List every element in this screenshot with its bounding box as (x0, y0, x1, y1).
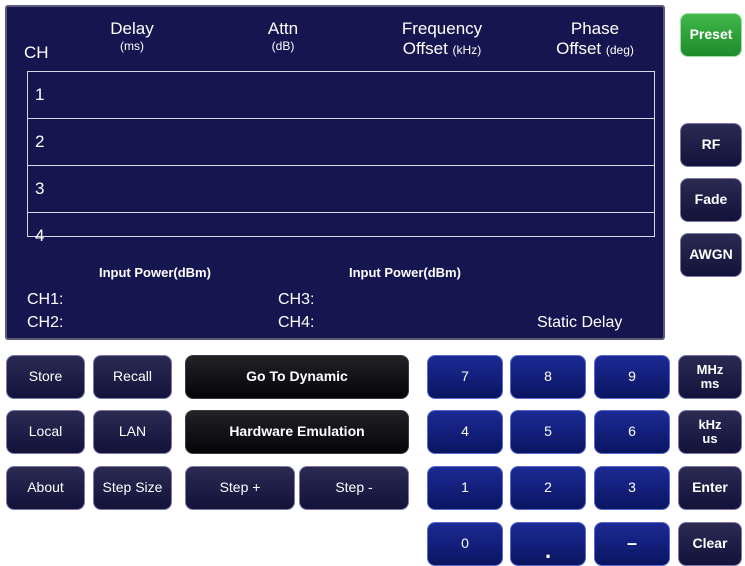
about-button[interactable]: About (6, 466, 85, 510)
key-7[interactable]: 7 (427, 355, 503, 399)
khz-us-button[interactable]: kHz us (678, 410, 742, 454)
key-6[interactable]: 6 (594, 410, 670, 454)
power-ch3-label: CH3: (278, 291, 315, 308)
channel-row-3[interactable]: 3 (28, 166, 654, 213)
header-frequency-offset: Frequency Offset (kHz) (401, 19, 483, 58)
channel-row-1[interactable]: 1 (28, 72, 654, 119)
us-label: us (702, 431, 718, 446)
header-delay: Delay (ms) (110, 19, 154, 53)
step-minus-button[interactable]: Step - (299, 466, 409, 510)
channel-row-label: 3 (35, 179, 45, 198)
channel-row-label: 1 (35, 85, 45, 104)
rf-button[interactable]: RF (680, 123, 742, 167)
input-power-title-left: Input Power(dBm) (99, 265, 211, 280)
fade-button[interactable]: Fade (680, 178, 742, 222)
status-mode-label: Static Delay (537, 314, 623, 331)
lan-button[interactable]: LAN (93, 410, 172, 454)
go-to-dynamic-button[interactable]: Go To Dynamic (185, 355, 409, 399)
channel-row-label: 4 (35, 226, 45, 245)
mhz-ms-button[interactable]: MHz ms (678, 355, 742, 399)
key-1[interactable]: 1 (427, 466, 503, 510)
channel-table: 1 2 3 4 (27, 71, 655, 245)
ms-label: ms (700, 376, 720, 391)
channel-row-4[interactable]: 4 (28, 213, 654, 260)
input-power-title-right: Input Power(dBm) (349, 265, 461, 280)
channel-display-panel: CH Delay (ms) Attn (dB) Frequency Offset… (5, 5, 665, 340)
step-plus-button[interactable]: Step + (185, 466, 295, 510)
key-5[interactable]: 5 (510, 410, 586, 454)
preset-button[interactable]: Preset (680, 13, 742, 57)
header-ch: CH (24, 43, 49, 62)
enter-button[interactable]: Enter (678, 466, 742, 510)
local-button[interactable]: Local (6, 410, 85, 454)
key-minus[interactable]: – (594, 522, 670, 566)
channel-row-2[interactable]: 2 (28, 119, 654, 166)
key-0[interactable]: 0 (427, 522, 503, 566)
key-3[interactable]: 3 (594, 466, 670, 510)
step-size-button[interactable]: Step Size (93, 466, 172, 510)
key-decimal-point[interactable]: . (510, 522, 586, 566)
power-ch1-label: CH1: (27, 291, 64, 308)
header-phase-offset: Phase Offset (deg) (556, 19, 634, 58)
power-ch4-label: CH4: (278, 314, 315, 331)
power-ch2-label: CH2: (27, 314, 64, 331)
khz-label: kHz (698, 416, 722, 432)
awgn-button[interactable]: AWGN (680, 233, 742, 277)
key-2[interactable]: 2 (510, 466, 586, 510)
store-button[interactable]: Store (6, 355, 85, 399)
key-9[interactable]: 9 (594, 355, 670, 399)
hardware-emulation-button[interactable]: Hardware Emulation (185, 410, 409, 454)
clear-button[interactable]: Clear (678, 522, 742, 566)
key-8[interactable]: 8 (510, 355, 586, 399)
header-attn: Attn (dB) (267, 19, 299, 53)
channel-row-label: 2 (35, 132, 45, 151)
recall-button[interactable]: Recall (93, 355, 172, 399)
key-4[interactable]: 4 (427, 410, 503, 454)
mhz-label: MHz (696, 361, 724, 377)
